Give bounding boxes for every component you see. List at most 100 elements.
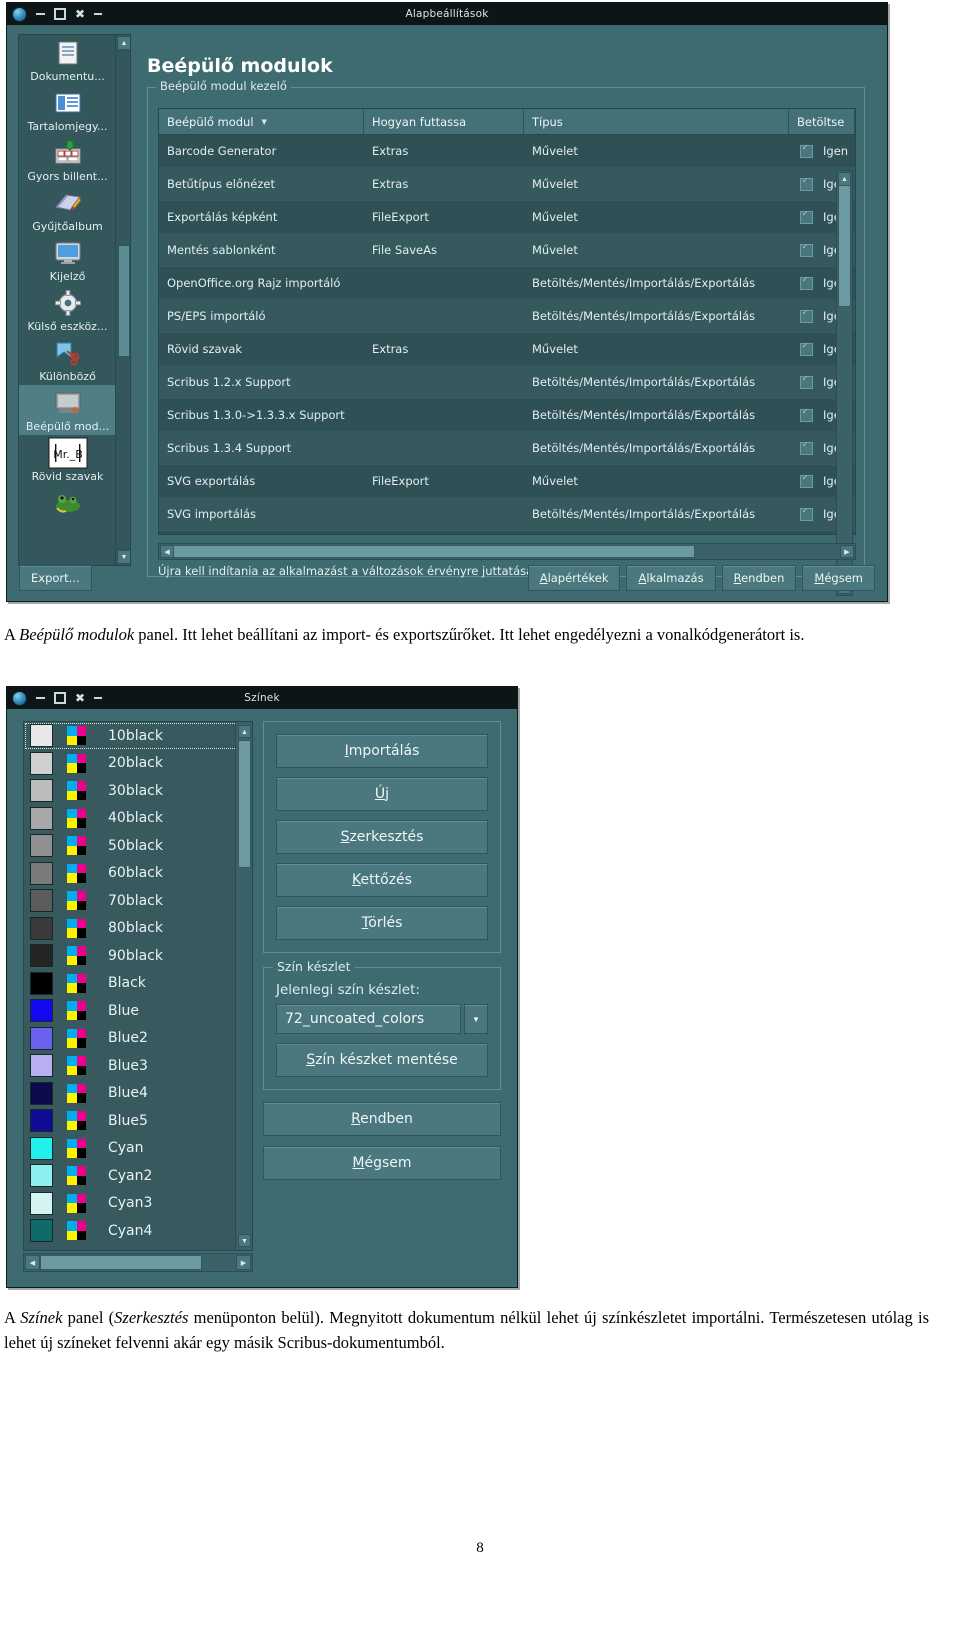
close-icon[interactable]: ✖ bbox=[75, 8, 85, 20]
color-list-item[interactable]: Cyan3 bbox=[24, 1190, 252, 1218]
sidebar-item-3[interactable]: Gyűjtőalbum bbox=[19, 185, 116, 235]
ok-button[interactable]: Rendben bbox=[721, 565, 797, 591]
apply-button[interactable]: Alkalmazás bbox=[626, 565, 716, 591]
cell-load-checkbox[interactable] bbox=[789, 474, 815, 488]
shade-icon[interactable] bbox=[94, 13, 102, 15]
colorset-combobox[interactable]: 72_uncoated_colors ▼ bbox=[276, 1004, 488, 1034]
checkbox-checked-icon[interactable] bbox=[799, 408, 813, 422]
checkbox-checked-icon[interactable] bbox=[799, 243, 813, 257]
color-list-item[interactable]: Blue2 bbox=[24, 1025, 252, 1053]
preferences-category-list[interactable]: Dokumentu... Tartalomjegy... Gyors billent… bbox=[18, 34, 131, 566]
table-row[interactable]: PS/EPS importáló Betöltés/Mentés/Importál… bbox=[159, 300, 855, 333]
checkbox-checked-icon[interactable] bbox=[799, 474, 813, 488]
scroll-down-icon[interactable]: ▼ bbox=[117, 550, 130, 564]
color-list-item[interactable]: 10black bbox=[24, 722, 252, 750]
chevron-down-icon[interactable]: ▼ bbox=[464, 1004, 488, 1034]
scrollbar-thumb[interactable] bbox=[118, 245, 130, 357]
table-row[interactable]: Rövid szavakExtrasMűveletIgen bbox=[159, 333, 855, 366]
color-list-item[interactable]: Blue4 bbox=[24, 1080, 252, 1108]
scrollbar-thumb[interactable] bbox=[838, 185, 851, 307]
plugins-table-hscrollbar[interactable]: ◀ ▶ bbox=[158, 543, 856, 560]
sidebar-item-5[interactable]: Külső eszköz... bbox=[19, 285, 116, 335]
sidebar-item-7[interactable]: Beépülő mod... bbox=[19, 385, 116, 435]
sidebar-item-2[interactable]: Gyors billent... bbox=[19, 135, 116, 185]
color-list-item[interactable]: 60black bbox=[24, 860, 252, 888]
color-list-item[interactable]: 40black bbox=[24, 805, 252, 833]
new-color-button[interactable]: Új bbox=[276, 777, 488, 811]
table-row[interactable]: SVG importálás Betöltés/Mentés/Importálás… bbox=[159, 498, 855, 531]
scrollbar-thumb[interactable] bbox=[40, 1255, 202, 1270]
cell-load-checkbox[interactable] bbox=[789, 144, 815, 158]
sidebar-item-extra[interactable] bbox=[19, 485, 116, 522]
table-row[interactable]: Betűtípus előnézetExtrasMűveletIgen bbox=[159, 168, 855, 201]
checkbox-checked-icon[interactable] bbox=[799, 342, 813, 356]
color-list-item[interactable]: Blue3 bbox=[24, 1052, 252, 1080]
plugins-table[interactable]: Beépülő modul ▼ Hogyan futtassa Típus Betölt… bbox=[158, 108, 856, 535]
cell-load-checkbox[interactable] bbox=[789, 309, 815, 323]
scroll-up-icon[interactable]: ▲ bbox=[838, 172, 851, 186]
cell-load-checkbox[interactable] bbox=[789, 507, 815, 521]
checkbox-checked-icon[interactable] bbox=[799, 375, 813, 389]
scroll-up-icon[interactable]: ▲ bbox=[117, 36, 130, 50]
checkbox-checked-icon[interactable] bbox=[799, 441, 813, 455]
plugins-table-vscrollbar[interactable]: ▲ ▼ bbox=[836, 170, 853, 596]
sidebar-item-8[interactable]: Mr._B Rövid szavak bbox=[19, 435, 116, 485]
maximize-icon[interactable] bbox=[54, 8, 66, 20]
cell-load-checkbox[interactable] bbox=[789, 342, 815, 356]
colors-cancel-button[interactable]: Mégsem bbox=[263, 1146, 501, 1180]
cell-load-checkbox[interactable] bbox=[789, 210, 815, 224]
color-list-item[interactable]: 20black bbox=[24, 750, 252, 778]
cell-load-checkbox[interactable] bbox=[789, 441, 815, 455]
table-row[interactable]: Scribus 1.3.4 Support Betöltés/Mentés/Imp… bbox=[159, 432, 855, 465]
color-list-item[interactable]: Cyan4 bbox=[24, 1217, 252, 1245]
checkbox-checked-icon[interactable] bbox=[799, 507, 813, 521]
export-button[interactable]: Export... bbox=[19, 565, 92, 591]
table-row[interactable]: Barcode Generator Extras Művelet Igen bbox=[159, 135, 855, 168]
cell-load-checkbox[interactable] bbox=[789, 375, 815, 389]
save-colorset-button[interactable]: Szín készket mentése bbox=[276, 1043, 488, 1077]
color-list-item[interactable]: 70black bbox=[24, 887, 252, 915]
table-row[interactable]: Mentés sablonkéntFile SaveAsMűveletIgen bbox=[159, 234, 855, 267]
checkbox-checked-icon[interactable] bbox=[799, 177, 813, 191]
category-list-scrollbar[interactable]: ▲ ▼ bbox=[115, 35, 130, 565]
sidebar-item-0[interactable]: Dokumentu... bbox=[19, 35, 116, 85]
cell-load-checkbox[interactable] bbox=[789, 276, 815, 290]
table-row[interactable]: OpenOffice.org Rajz importáló Betöltés/Me… bbox=[159, 267, 855, 300]
preferences-titlebar[interactable]: ✖ Alapbeállítások bbox=[7, 3, 887, 25]
sidebar-item-1[interactable]: Tartalomjegy... bbox=[19, 85, 116, 135]
defaults-button[interactable]: Alapértékek bbox=[527, 565, 621, 591]
scroll-left-icon[interactable]: ◀ bbox=[25, 1255, 40, 1270]
colors-list-scrollbar[interactable]: ▲ ▼ bbox=[235, 722, 252, 1250]
colors-list-hscrollbar[interactable]: ◀ ▶ bbox=[23, 1253, 253, 1272]
color-list-item[interactable]: Cyan bbox=[24, 1135, 252, 1163]
scroll-right-icon[interactable]: ▶ bbox=[236, 1255, 251, 1270]
cell-load-checkbox[interactable] bbox=[789, 177, 815, 191]
color-list-item[interactable]: Blue5 bbox=[24, 1107, 252, 1135]
checkbox-checked-icon[interactable] bbox=[799, 210, 813, 224]
scrollbar-thumb[interactable] bbox=[238, 740, 251, 868]
plugins-table-body[interactable]: Barcode Generator Extras Művelet Igen Betűtí… bbox=[159, 135, 855, 531]
minimize-icon[interactable] bbox=[36, 13, 45, 15]
color-list-item[interactable]: 80black bbox=[24, 915, 252, 943]
scroll-down-icon[interactable]: ▼ bbox=[238, 1234, 251, 1247]
column-header-3[interactable]: Betöltse bbox=[789, 109, 855, 134]
colors-ok-button[interactable]: Rendben bbox=[263, 1102, 501, 1136]
edit-color-button[interactable]: Szerkesztés bbox=[276, 820, 488, 854]
cell-load-checkbox[interactable] bbox=[789, 243, 815, 257]
maximize-icon[interactable] bbox=[54, 692, 66, 704]
scrollbar-thumb[interactable] bbox=[173, 545, 695, 558]
color-list-item[interactable]: Cyan2 bbox=[24, 1162, 252, 1190]
checkbox-checked-icon[interactable] bbox=[799, 276, 813, 290]
column-header-1[interactable]: Hogyan futtassa bbox=[364, 109, 524, 134]
cancel-button[interactable]: Mégsem bbox=[802, 565, 875, 591]
close-icon[interactable]: ✖ bbox=[75, 692, 85, 704]
colorset-value[interactable]: 72_uncoated_colors bbox=[276, 1004, 461, 1034]
column-header-0[interactable]: Beépülő modul ▼ bbox=[159, 109, 364, 134]
import-colors-button[interactable]: Importálás bbox=[276, 734, 488, 768]
scroll-left-icon[interactable]: ◀ bbox=[160, 545, 174, 558]
color-list-item[interactable]: 90black bbox=[24, 942, 252, 970]
delete-color-button[interactable]: Törlés bbox=[276, 906, 488, 940]
colors-titlebar[interactable]: ✖ Színek bbox=[7, 687, 517, 709]
checkbox-checked-icon[interactable] bbox=[799, 144, 813, 158]
colors-list[interactable]: 10black 20black 30black 40black 50black 60bla… bbox=[23, 721, 253, 1251]
